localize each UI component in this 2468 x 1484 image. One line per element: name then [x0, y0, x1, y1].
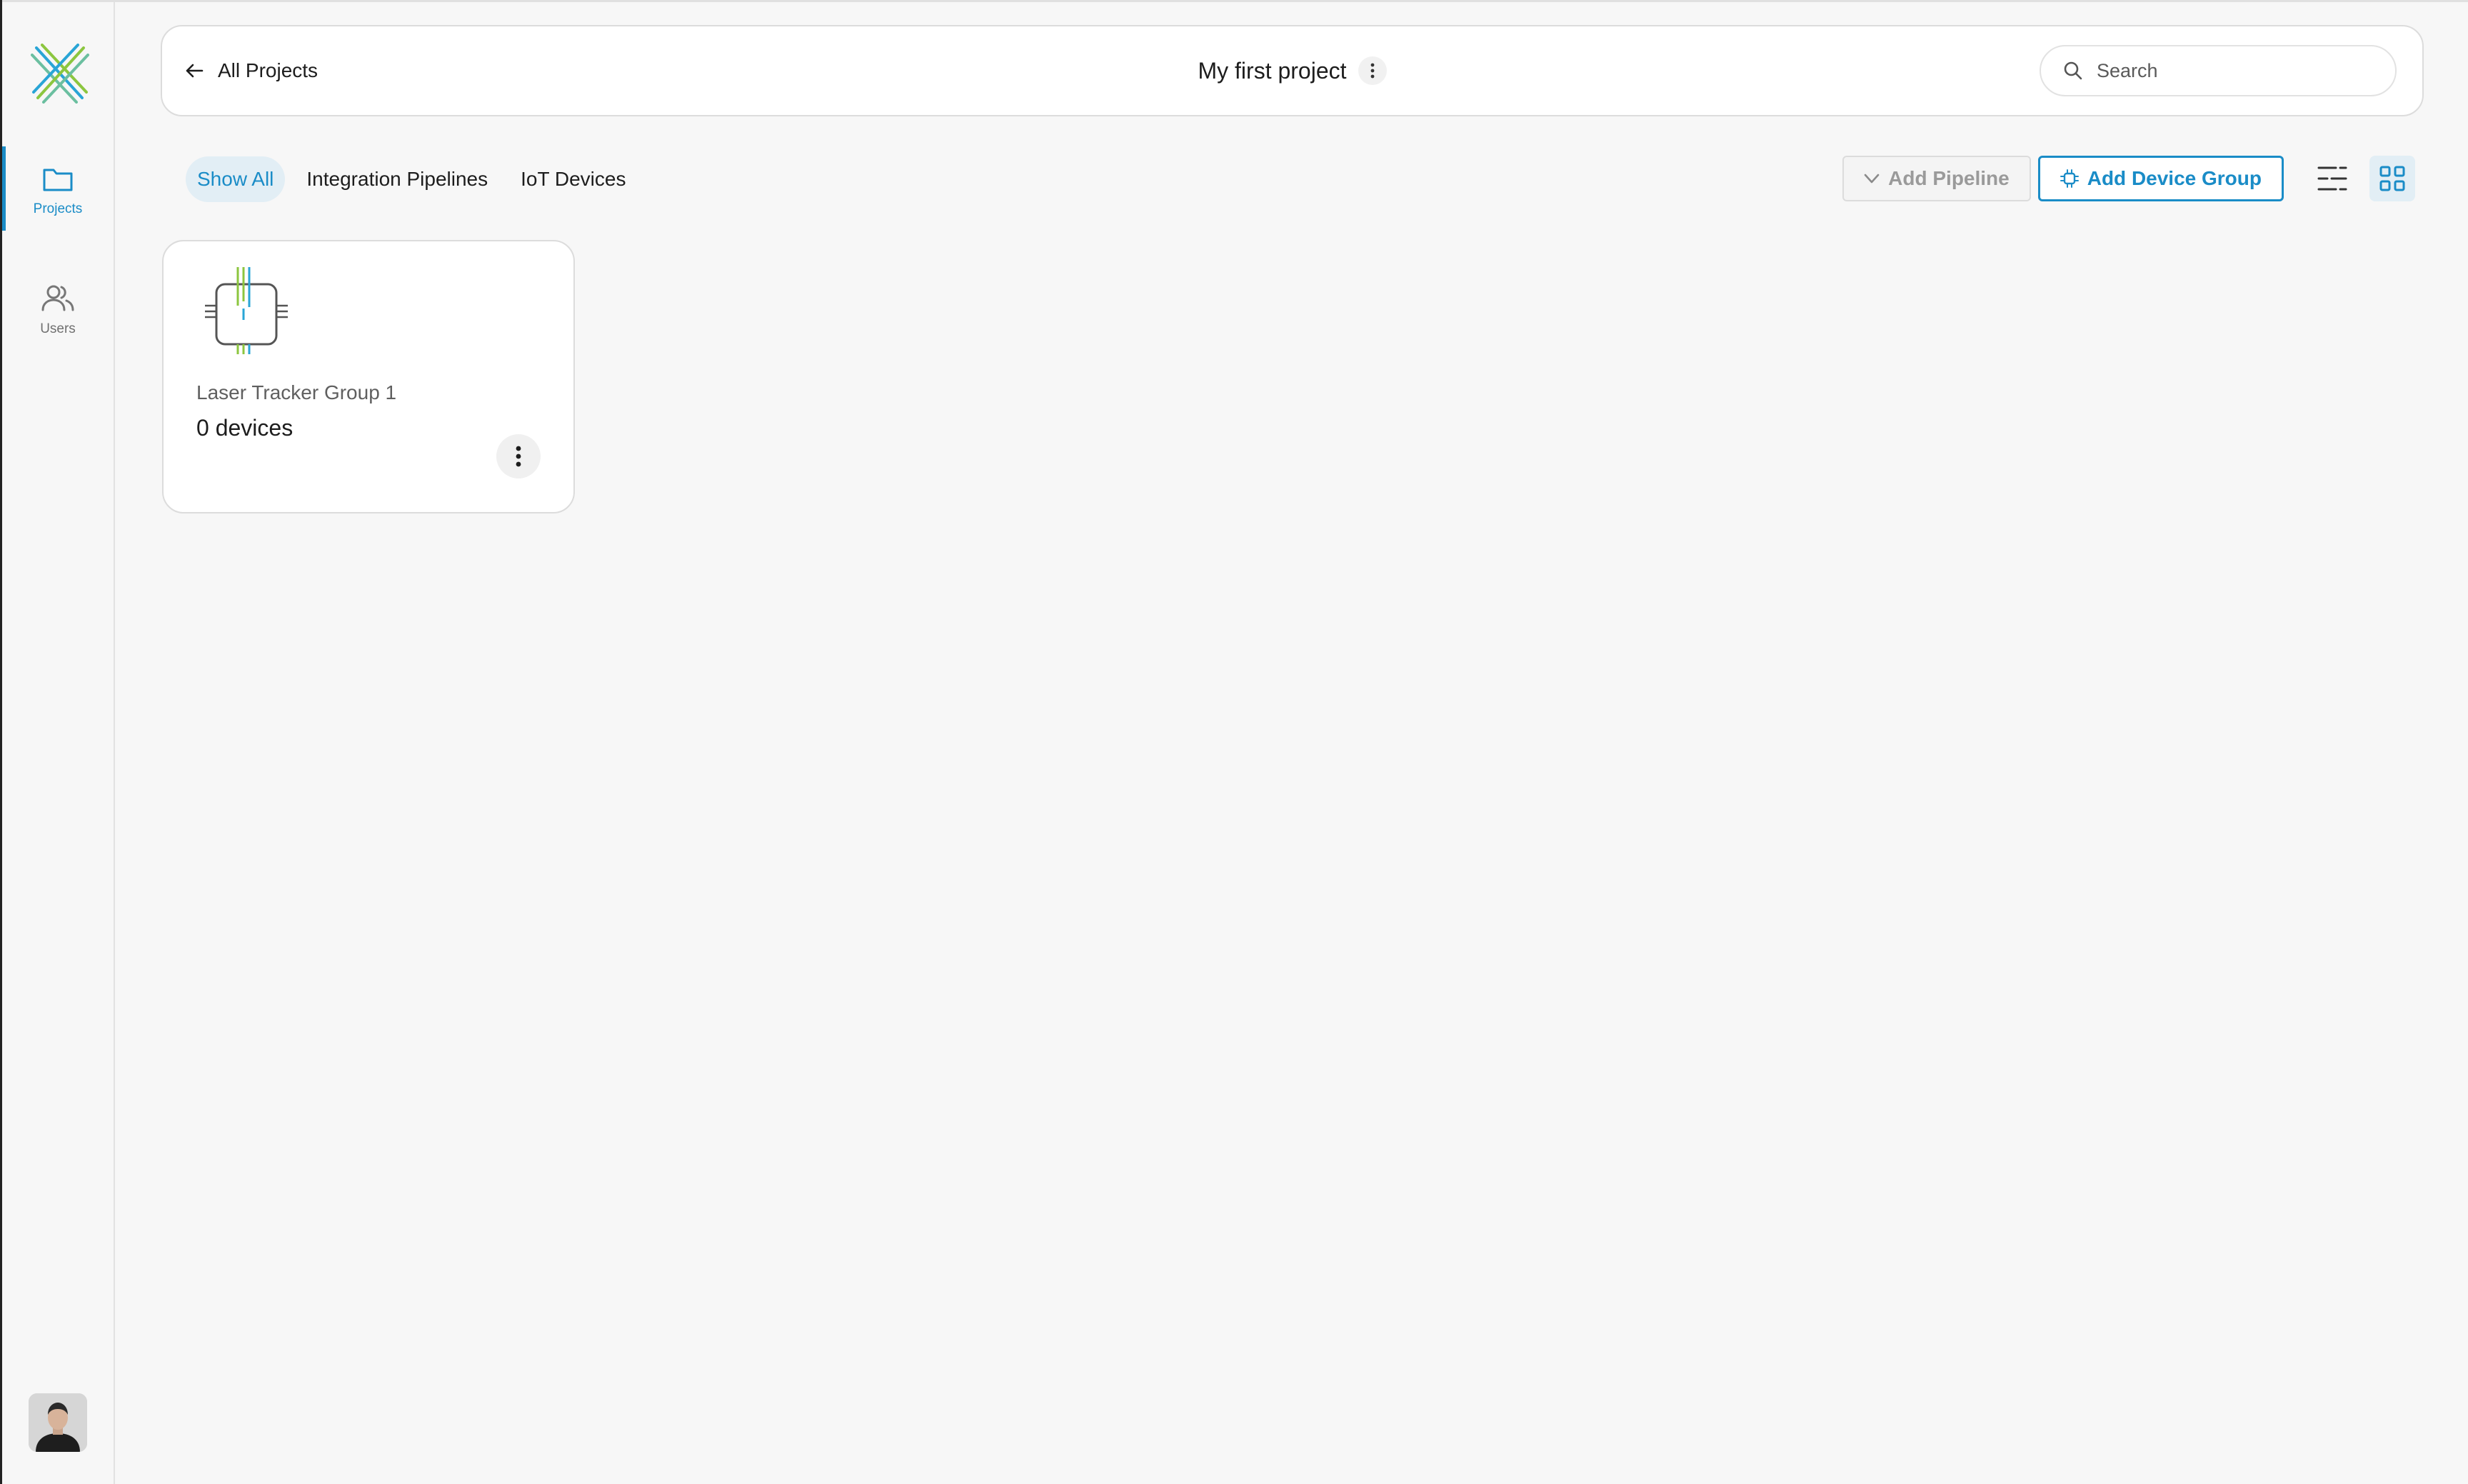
card-device-count: 0 devices [196, 415, 294, 441]
tab-show-all[interactable]: Show All [186, 156, 286, 202]
sidebar-item-users[interactable]: Users [2, 266, 114, 351]
project-menu-button[interactable] [1358, 56, 1387, 85]
add-device-group-button[interactable]: Add Device Group [2037, 156, 2284, 201]
brand-logo-icon[interactable] [29, 42, 91, 104]
chip-icon [2060, 169, 2079, 188]
user-avatar-icon [29, 1393, 87, 1452]
window-left-border [0, 0, 2, 1484]
filter-tabs: Show All Integration Pipelines IoT Devic… [186, 156, 637, 202]
grid-view-button[interactable] [2369, 156, 2415, 201]
folder-icon [43, 169, 73, 191]
sidebar-item-label: Users [40, 321, 76, 336]
list-view-icon [2317, 166, 2347, 191]
chevron-down-icon [1864, 174, 1880, 184]
back-link-label: All Projects [218, 59, 318, 81]
add-pipeline-label: Add Pipeline [1888, 167, 2010, 189]
card-menu-button[interactable] [496, 434, 541, 478]
vertical-dots-icon [516, 446, 521, 467]
page-title: My first project [1198, 57, 1347, 84]
list-view-button[interactable] [2309, 156, 2355, 201]
add-pipeline-button[interactable]: Add Pipeline [1842, 156, 2031, 201]
back-to-projects-link[interactable]: All Projects [184, 26, 318, 115]
tab-iot-devices[interactable]: IoT Devices [509, 156, 637, 202]
device-group-card[interactable]: Laser Tracker Group 1 0 devices [162, 240, 575, 513]
window-top-border [0, 0, 2468, 2]
users-icon [41, 285, 74, 311]
tab-integration-pipelines[interactable]: Integration Pipelines [295, 156, 499, 202]
sidebar: Projects Users [2, 2, 115, 1484]
chip-icon [205, 267, 288, 354]
arrow-left-icon [186, 64, 204, 78]
card-title: Laser Tracker Group 1 [196, 381, 397, 403]
project-header: All Projects My first project [161, 25, 2424, 116]
search-box[interactable] [2040, 45, 2397, 96]
avatar[interactable] [29, 1393, 87, 1452]
search-icon [2064, 61, 2082, 80]
search-input[interactable] [2097, 59, 2368, 82]
vertical-dots-icon [1370, 63, 1374, 79]
sidebar-item-projects[interactable]: Projects [2, 146, 114, 231]
toolbar-actions: Add Pipeline Add Device Group [1842, 155, 2415, 202]
grid-view-icon [2379, 166, 2405, 191]
sidebar-item-label: Projects [33, 201, 83, 216]
add-device-group-label: Add Device Group [2087, 167, 2262, 189]
